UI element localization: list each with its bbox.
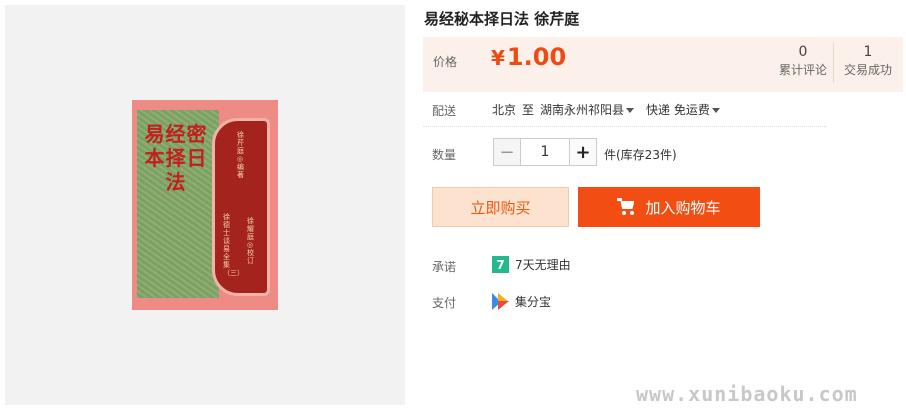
cover-red-panel: 徐芹庭◎编著 徐德士谈易全集（三） 徐耀庭◎校订 bbox=[212, 118, 270, 296]
stat-reviews-count: 0 bbox=[798, 44, 808, 60]
add-to-cart-label: 加入购物车 bbox=[645, 198, 721, 217]
watermark-text: www.xunibaoku.com bbox=[636, 382, 858, 406]
quantity-input[interactable] bbox=[521, 138, 569, 166]
cart-icon bbox=[617, 198, 637, 216]
ship-destination: 湖南永州祁阳县 bbox=[540, 103, 625, 117]
stat-transactions-count: 1 bbox=[863, 44, 873, 60]
divider bbox=[423, 126, 827, 127]
shipping-row: 北京 至 湖南永州祁阳县 快递 免运费 bbox=[492, 101, 720, 118]
ship-from: 北京 bbox=[492, 103, 517, 117]
book-cover-image[interactable]: 易经密本择日法 徐芹庭◎编著 徐德士谈易全集（三） 徐耀庭◎校订 bbox=[132, 100, 278, 310]
buy-now-label: 立即购买 bbox=[470, 198, 531, 217]
cover-author-line: 徐芹庭◎编著 bbox=[237, 131, 244, 179]
payment-item[interactable]: 集分宝 bbox=[492, 293, 551, 310]
stat-reviews-label: 累计评论 bbox=[778, 63, 827, 77]
add-to-cart-button[interactable]: 加入购物车 bbox=[578, 187, 760, 227]
promise-item[interactable]: 7 7天无理由 bbox=[492, 256, 571, 273]
price-panel: 价格 ¥1.00 0 累计评论 1 交易成功 bbox=[423, 37, 903, 92]
ship-method: 快递 免运费 bbox=[646, 103, 710, 117]
currency-symbol: ¥ bbox=[491, 46, 505, 70]
jifenbao-icon bbox=[492, 293, 509, 310]
payment-text: 集分宝 bbox=[515, 295, 552, 309]
ship-destination-select[interactable]: 湖南永州祁阳县 bbox=[540, 101, 635, 118]
increase-button[interactable]: + bbox=[569, 138, 597, 166]
stat-transactions[interactable]: 1 交易成功 bbox=[838, 43, 898, 79]
quantity-label: 数量 bbox=[432, 148, 457, 162]
chevron-down-icon bbox=[626, 108, 635, 113]
promise-label: 承诺 bbox=[432, 260, 457, 274]
payment-label: 支付 bbox=[432, 296, 457, 310]
stat-reviews[interactable]: 0 累计评论 bbox=[773, 43, 833, 79]
shipping-label: 配送 bbox=[432, 104, 457, 118]
product-image-area: 易经密本择日法 徐芹庭◎编著 徐德士谈易全集（三） 徐耀庭◎校订 bbox=[5, 5, 405, 405]
chevron-down-icon bbox=[711, 108, 720, 113]
ship-method-select[interactable]: 快递 免运费 bbox=[646, 101, 720, 118]
cover-series-line: 徐德士谈易全集（三） bbox=[223, 213, 244, 277]
promise-text: 7天无理由 bbox=[515, 258, 571, 272]
decrease-button[interactable]: − bbox=[493, 138, 521, 166]
cover-editor-line: 徐耀庭◎校订 bbox=[247, 217, 254, 265]
stat-transactions-label: 交易成功 bbox=[843, 63, 892, 77]
cover-title: 易经密本择日法 bbox=[144, 122, 208, 194]
stock-text: 件(库存23件) bbox=[604, 148, 677, 162]
product-title: 易经秘本择日法 徐芹庭 bbox=[424, 10, 580, 28]
stat-divider bbox=[833, 43, 834, 83]
ship-to-word: 至 bbox=[522, 103, 535, 117]
price-label: 价格 bbox=[433, 55, 458, 69]
quantity-stepper: − + bbox=[493, 138, 597, 166]
seven-day-return-icon: 7 bbox=[492, 256, 509, 273]
price-value: ¥1.00 bbox=[491, 43, 566, 71]
buy-now-button[interactable]: 立即购买 bbox=[432, 187, 569, 227]
price-amount: 1.00 bbox=[506, 43, 567, 71]
